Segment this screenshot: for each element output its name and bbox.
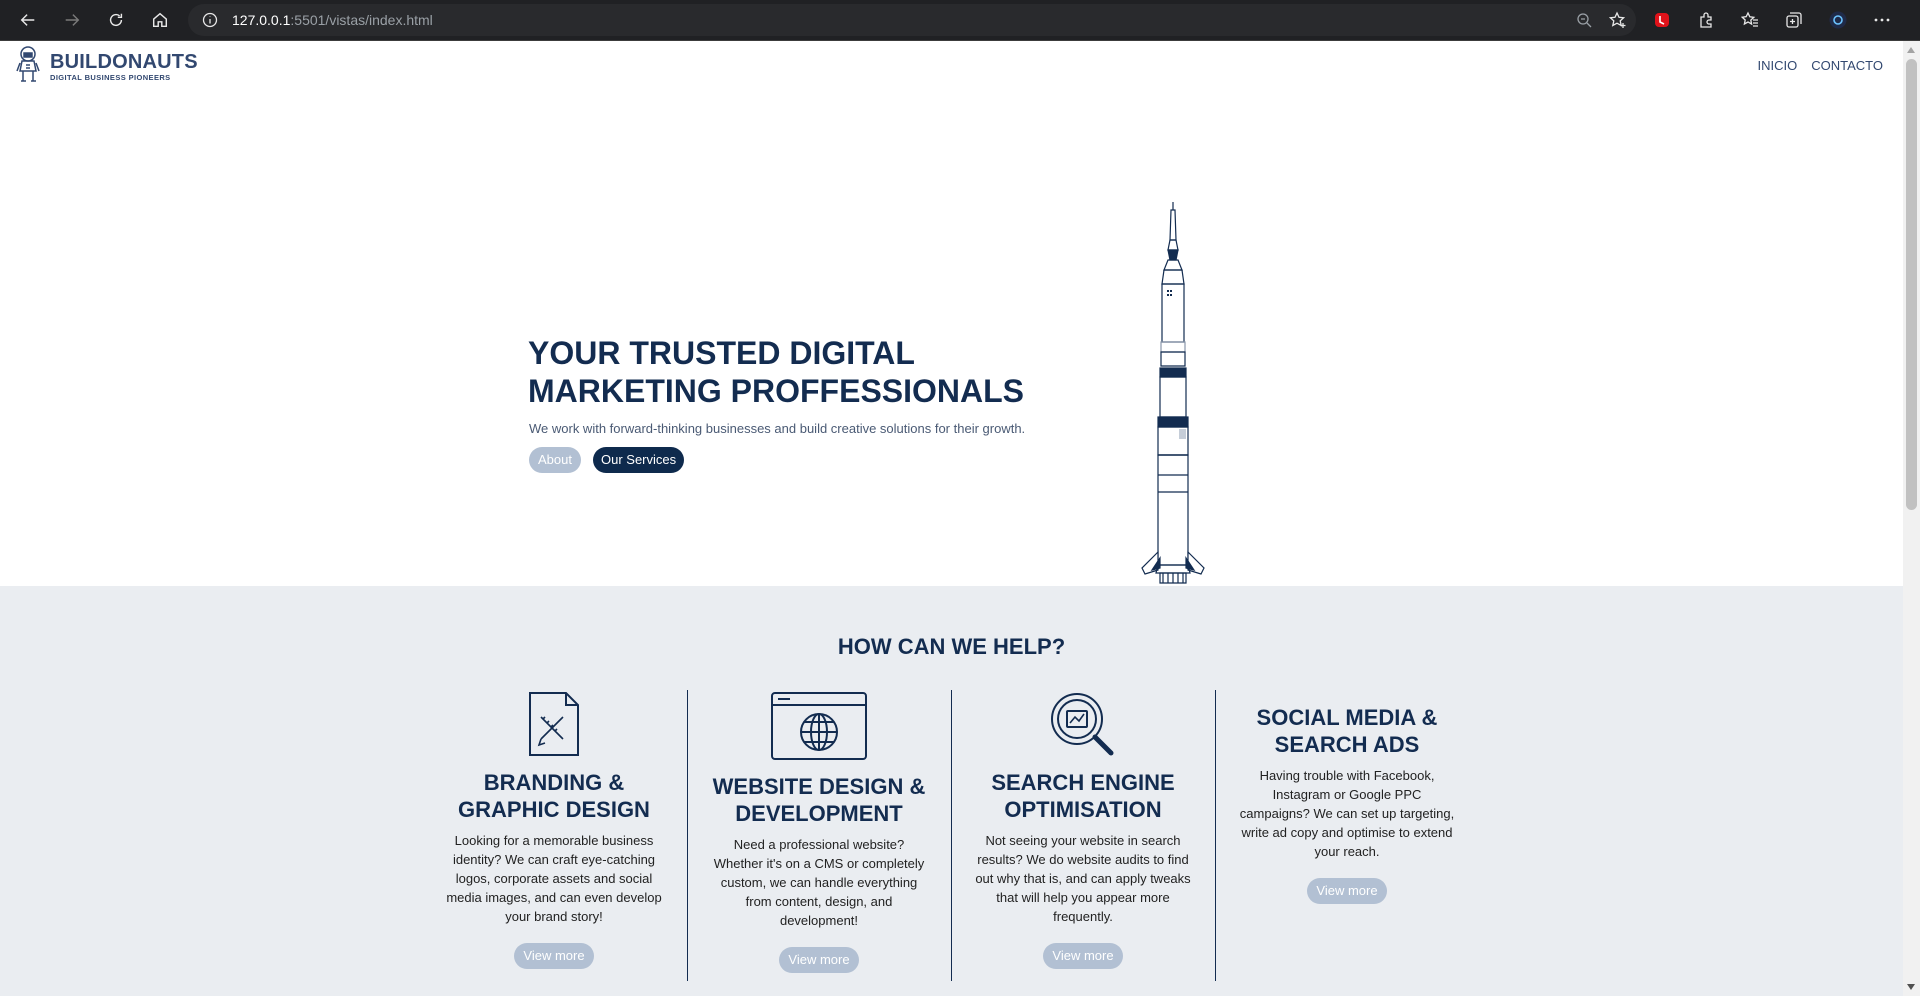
hero-title-line1: YOUR TRUSTED DIGITAL (528, 335, 915, 371)
site-navbar: BUILDONAUTS DIGITAL BUSINESS PIONEERS IN… (0, 41, 1903, 91)
service-desc-social: Having trouble with Facebook, Instagram … (1239, 768, 1455, 859)
scrollbar-thumb[interactable] (1906, 59, 1917, 510)
site-info-icon[interactable] (202, 12, 218, 28)
brand-name: BUILDONAUTS (50, 51, 198, 73)
forward-icon[interactable] (52, 0, 92, 40)
extension-red-icon[interactable] (1640, 0, 1684, 40)
address-bar[interactable]: 127.0.0.1:5501/vistas/index.html (188, 4, 1636, 36)
magnifier-chart-icon (1051, 693, 1114, 756)
url-text[interactable]: 127.0.0.1:5501/vistas/index.html (232, 12, 433, 28)
page-scrollbar[interactable] (1903, 41, 1920, 996)
collections-icon[interactable] (1772, 0, 1816, 40)
browser-toolbar: 127.0.0.1:5501/vistas/index.html (0, 0, 1920, 40)
browser-globe-icon (771, 692, 867, 760)
service-card-social: SOCIAL MEDIA & SEARCH ADS Having trouble… (1215, 704, 1479, 904)
view-more-branding-button[interactable]: View more (514, 943, 594, 969)
services-section: HOW CAN WE HELP? BRANDING & GRAPHIC DESI… (0, 586, 1903, 996)
hero-section: YOUR TRUSTED DIGITAL MARKETING PROFFESSI… (0, 91, 1903, 627)
brand-tagline: DIGITAL BUSINESS PIONEERS (50, 73, 171, 82)
services-heading: HOW CAN WE HELP? (837, 634, 1066, 659)
back-icon[interactable] (8, 0, 48, 40)
service-card-seo: SEARCH ENGINE OPTIMISATION Not seeing yo… (951, 691, 1215, 969)
service-title-branding: BRANDING & GRAPHIC DESIGN (458, 770, 650, 822)
service-card-web: WEBSITE DESIGN & DEVELOPMENT Need a prof… (687, 691, 951, 973)
extensions-puzzle-icon[interactable] (1684, 0, 1728, 40)
reload-icon[interactable] (96, 0, 136, 40)
home-icon[interactable] (140, 0, 180, 40)
brand-logo[interactable]: BUILDONAUTS DIGITAL BUSINESS PIONEERS (16, 45, 198, 85)
view-more-web-button[interactable]: View more (779, 947, 859, 973)
view-more-social-button[interactable]: View more (1307, 878, 1387, 904)
astronaut-logo-icon (16, 46, 40, 82)
document-design-icon (529, 692, 579, 756)
nav-links: INICIO CONTACTO (1758, 58, 1883, 73)
hero-title: YOUR TRUSTED DIGITAL MARKETING PROFFESSI… (528, 334, 1048, 410)
zoom-out-icon[interactable] (1574, 10, 1594, 30)
favorites-icon[interactable] (1728, 0, 1772, 40)
rocket-illustration (1141, 202, 1205, 584)
view-more-seo-button[interactable]: View more (1043, 943, 1123, 969)
service-desc-seo: Not seeing your website in search result… (975, 833, 1191, 924)
scroll-up-icon[interactable] (1907, 47, 1915, 53)
service-title-web: WEBSITE DESIGN & DEVELOPMENT (712, 774, 926, 826)
more-menu-icon[interactable] (1860, 0, 1904, 40)
service-card-branding: BRANDING & GRAPHIC DESIGN Looking for a … (422, 691, 686, 969)
page-viewport: BUILDONAUTS DIGITAL BUSINESS PIONEERS IN… (0, 41, 1903, 996)
service-title-seo: SEARCH ENGINE OPTIMISATION (991, 770, 1175, 822)
service-title-social: SOCIAL MEDIA & SEARCH ADS (1256, 705, 1438, 757)
add-favorite-icon[interactable] (1608, 10, 1628, 30)
service-desc-branding: Looking for a memorable business identit… (446, 833, 662, 924)
scroll-down-icon[interactable] (1907, 984, 1915, 990)
hero-title-line2: MARKETING PROFFESSIONALS (528, 373, 1025, 409)
profile-avatar-icon[interactable] (1816, 0, 1860, 40)
nav-link-contacto[interactable]: CONTACTO (1811, 58, 1883, 73)
hero-subtitle: We work with forward-thinking businesses… (529, 421, 1026, 436)
our-services-button[interactable]: Our Services (592, 447, 685, 473)
about-button[interactable]: About (529, 447, 581, 473)
nav-link-inicio[interactable]: INICIO (1758, 58, 1798, 73)
service-desc-web: Need a professional website? Whether it'… (713, 837, 925, 928)
